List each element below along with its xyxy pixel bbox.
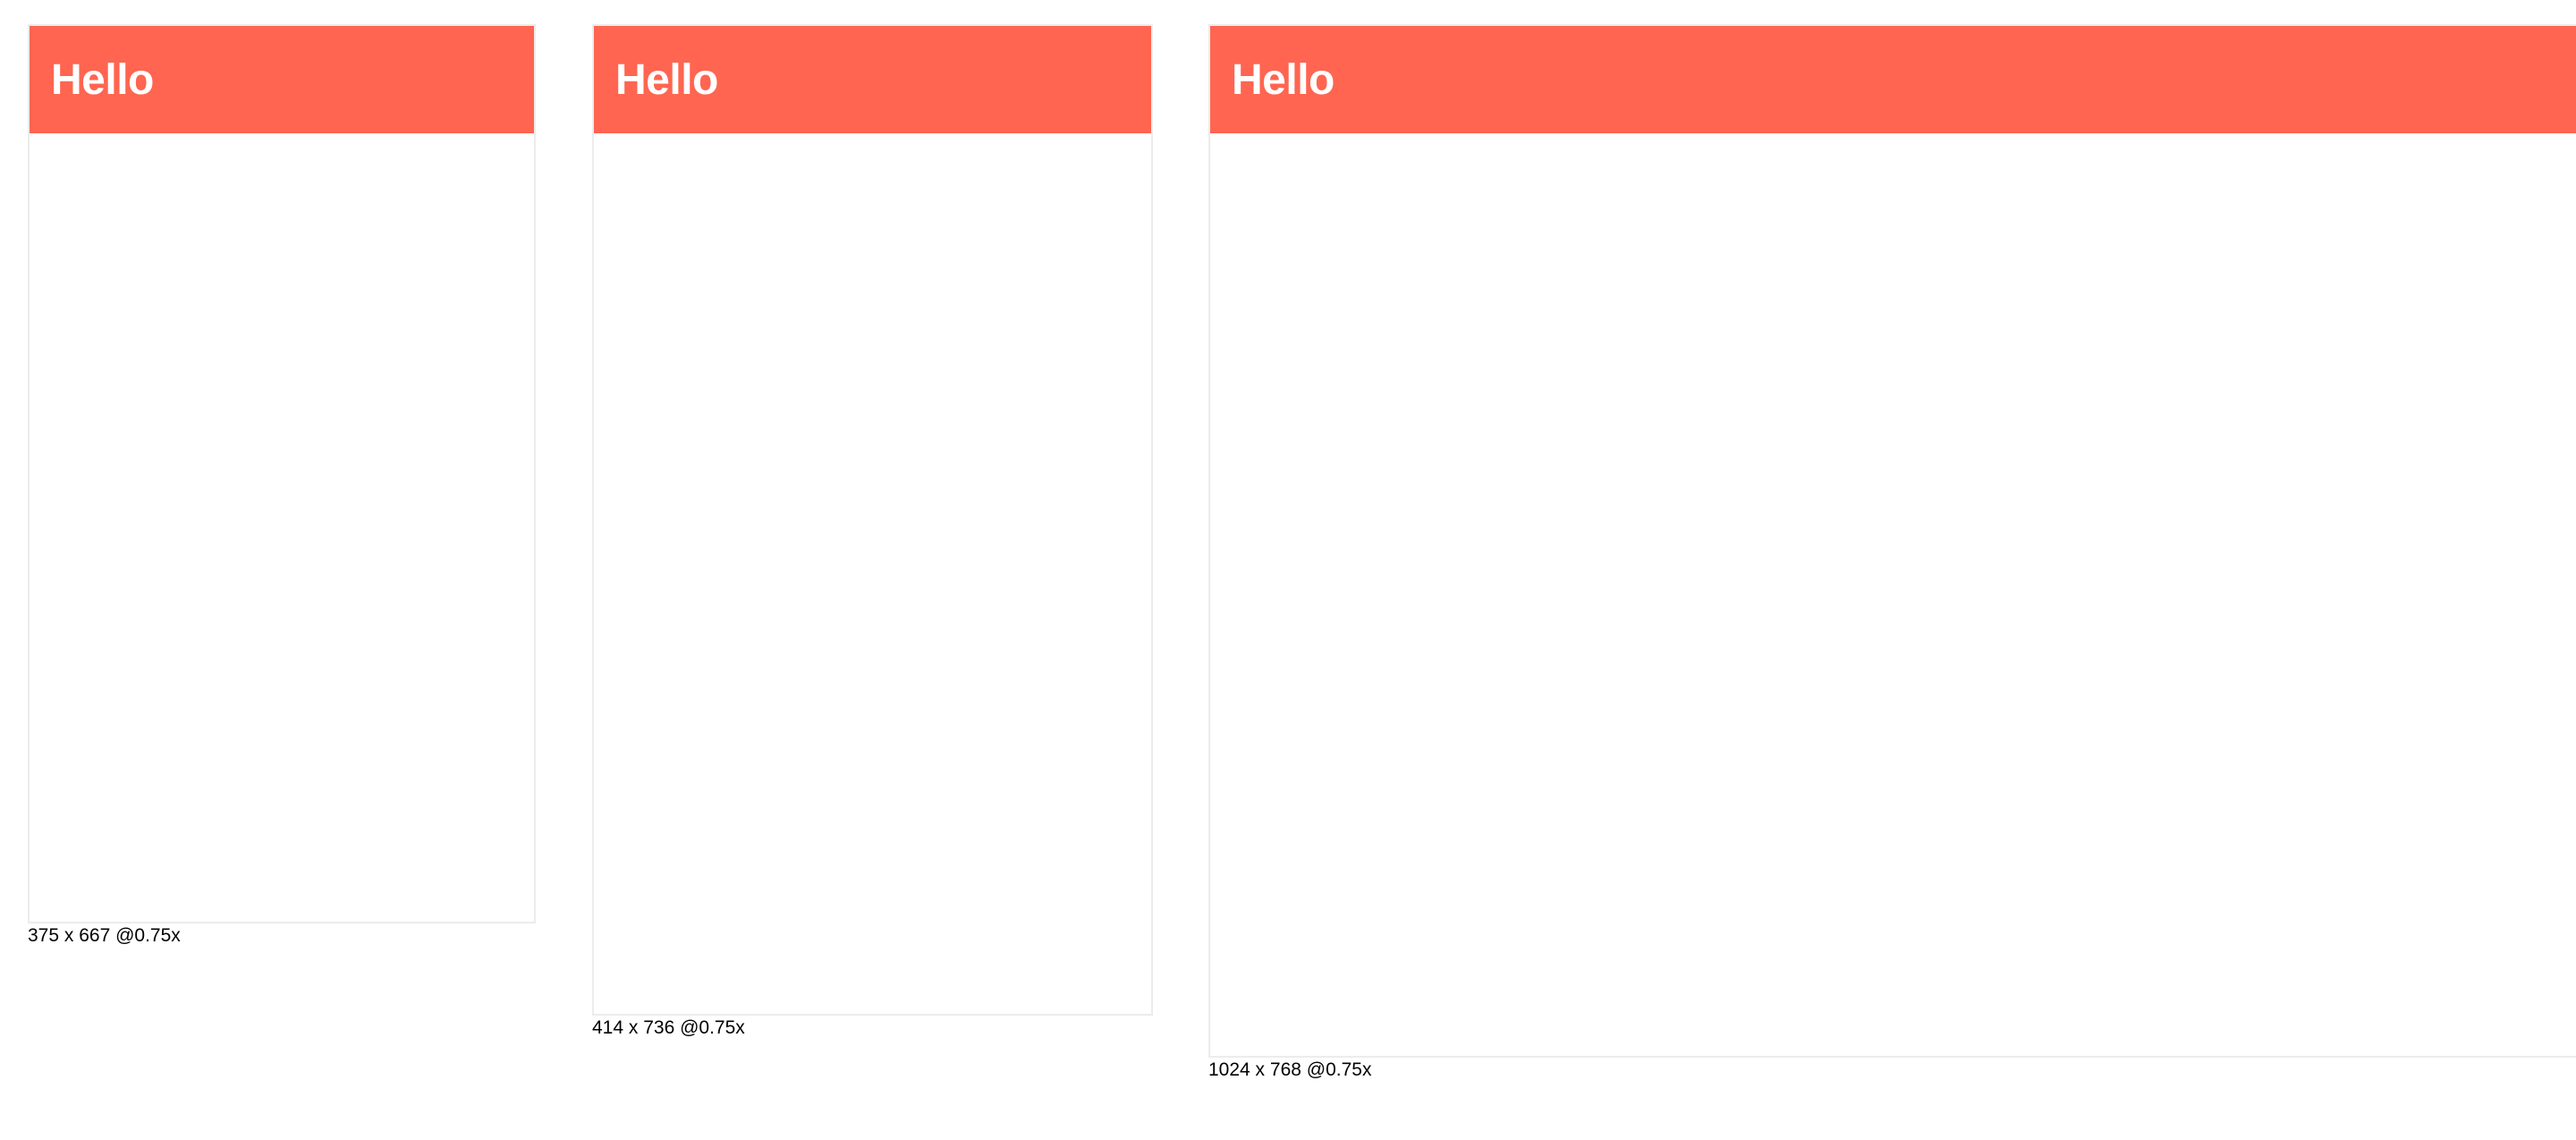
device-viewport[interactable]: Hello <box>1208 24 2576 1058</box>
header-title: Hello <box>51 55 154 104</box>
device-viewport[interactable]: Hello <box>28 24 536 923</box>
device-viewport[interactable]: Hello <box>592 24 1153 1016</box>
frame-size-caption: 375 x 667 @0.75x <box>28 925 181 946</box>
app-header-bar: Hello <box>30 26 534 133</box>
preview-frame-414: Hello 414 x 736 @0.75x <box>592 24 1153 1039</box>
app-header-bar: Hello <box>1210 26 2576 133</box>
frame-size-caption: 1024 x 768 @0.75x <box>1208 1059 1372 1080</box>
header-title: Hello <box>615 55 718 104</box>
app-header-bar: Hello <box>594 26 1151 133</box>
preview-frame-1024: Hello 1024 x 768 @0.75x <box>1208 24 2576 1081</box>
frame-size-caption: 414 x 736 @0.75x <box>592 1017 745 1038</box>
preview-frame-375: Hello 375 x 667 @0.75x <box>28 24 536 947</box>
header-title: Hello <box>1232 55 1335 104</box>
